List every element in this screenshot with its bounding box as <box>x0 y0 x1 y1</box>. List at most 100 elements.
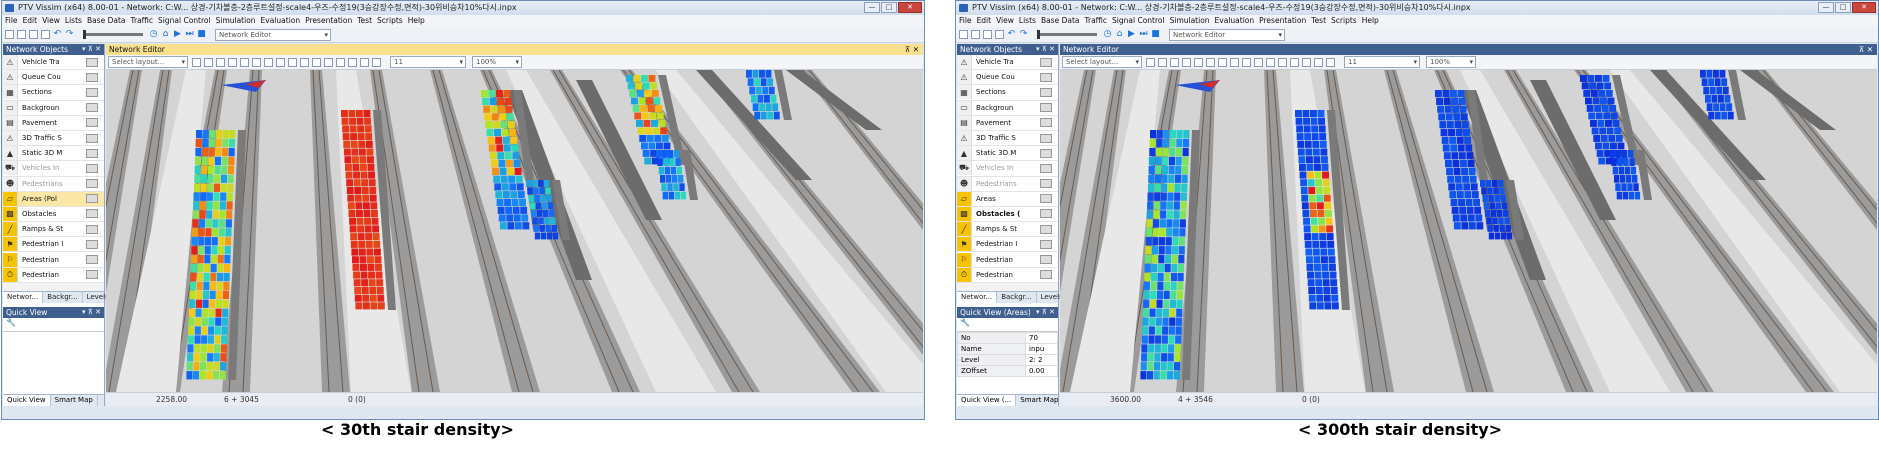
style-swatch[interactable] <box>86 163 98 173</box>
network-object-item[interactable]: ⛟ Vehicles In <box>957 161 1058 177</box>
network-object-item[interactable]: ▤ Pavement <box>3 115 104 131</box>
menu-file[interactable]: File <box>5 15 18 27</box>
network-object-item[interactable]: ▲ Static 3D M <box>3 146 104 162</box>
rotate-icon[interactable] <box>1194 57 1203 67</box>
minimize-button[interactable]: — <box>1818 2 1834 13</box>
zoom-window-icon[interactable] <box>324 57 333 67</box>
tab-smart-map[interactable]: Smart Map <box>1016 395 1064 406</box>
grid-icon[interactable] <box>1158 57 1167 67</box>
3d-scene-canvas[interactable] <box>1060 70 1877 392</box>
style-swatch[interactable] <box>1040 179 1052 189</box>
hand-pan-icon[interactable] <box>276 57 285 67</box>
hand-pan-icon[interactable] <box>1230 57 1239 67</box>
menu-lists[interactable]: Lists <box>65 15 82 27</box>
quick-view-row[interactable]: Name inpu <box>957 343 1058 355</box>
maximize-button[interactable]: □ <box>1835 2 1851 13</box>
tab-backgrounds[interactable]: Backgr... <box>43 292 83 303</box>
step-icon[interactable]: ⏭ <box>185 30 194 39</box>
style-swatch[interactable] <box>1040 194 1052 204</box>
pin-icon[interactable]: ▾ ⊼ ✕ <box>82 44 101 55</box>
network-object-item[interactable]: ⚠ Vehicle Tra <box>957 55 1058 71</box>
save-as-icon[interactable] <box>995 30 1004 39</box>
forward-arrow-icon[interactable] <box>348 57 357 67</box>
attr-value[interactable]: 70 <box>1025 332 1058 344</box>
style-swatch[interactable] <box>1040 133 1052 143</box>
style-swatch[interactable] <box>86 148 98 158</box>
zoom-in-icon[interactable] <box>300 57 309 67</box>
delete-icon[interactable] <box>1218 57 1227 67</box>
close-button[interactable]: ✕ <box>898 2 922 13</box>
quick-view-row[interactable]: ZOffset 0.00 <box>957 365 1058 377</box>
menu-evaluation[interactable]: Evaluation <box>261 15 301 27</box>
stop-icon[interactable]: ■ <box>1151 30 1160 39</box>
step-icon[interactable]: ⏭ <box>1139 30 1148 39</box>
style-swatch[interactable] <box>86 239 98 249</box>
view-mode-combo[interactable]: Network Editor <box>1169 28 1285 41</box>
network-object-item[interactable]: ☻ Pedestrians <box>3 176 104 192</box>
network-object-item[interactable]: ⚑ Pedestrian I <box>957 237 1058 253</box>
style-swatch[interactable] <box>86 87 98 97</box>
grid-icon[interactable] <box>204 57 213 67</box>
menu-signal-control[interactable]: Signal Control <box>1112 15 1165 27</box>
tab-quick-view[interactable]: Quick View (... <box>957 395 1017 406</box>
camera-icon[interactable] <box>1314 57 1323 67</box>
tab-smart-map[interactable]: Smart Map <box>51 395 98 406</box>
network-object-item[interactable]: ⛟ Vehicles In <box>3 161 104 177</box>
network-object-item[interactable]: ▭ Backgroun <box>3 100 104 116</box>
wrench-icon[interactable]: 🔧 <box>3 318 104 332</box>
zoom-select[interactable]: 100% <box>1426 56 1476 68</box>
network-object-item[interactable]: ▦ Sections <box>3 85 104 101</box>
rotate-icon[interactable] <box>240 57 249 67</box>
wrench-icon[interactable] <box>1146 57 1155 67</box>
style-swatch[interactable] <box>86 194 98 204</box>
menu-simulation[interactable]: Simulation <box>1170 15 1210 27</box>
new-file-icon[interactable] <box>5 30 14 39</box>
network-object-item[interactable]: ▦ Sections <box>957 85 1058 101</box>
save-icon[interactable] <box>983 30 992 39</box>
style-swatch[interactable] <box>1040 148 1052 158</box>
tab-network-objects[interactable]: Networ... <box>3 292 44 303</box>
style-swatch[interactable] <box>1040 118 1052 128</box>
delete-icon[interactable] <box>264 57 273 67</box>
network-object-item[interactable]: ▱ Areas (Pol <box>3 191 104 207</box>
open-file-icon[interactable] <box>17 30 26 39</box>
menu-scripts[interactable]: Scripts <box>377 15 403 27</box>
new-file-icon[interactable] <box>959 30 968 39</box>
menu-view[interactable]: View <box>996 15 1014 27</box>
menu-edit[interactable]: Edit <box>977 15 992 27</box>
network-object-item[interactable]: ▤ Pavement <box>957 115 1058 131</box>
style-swatch[interactable] <box>86 72 98 82</box>
close-button[interactable]: ✕ <box>1852 2 1876 13</box>
style-swatch[interactable] <box>86 224 98 234</box>
network-object-item[interactable]: ▩ Obstacles <box>3 206 104 223</box>
wrench-icon[interactable]: 🔧 <box>957 318 1058 332</box>
style-swatch[interactable] <box>1040 255 1052 265</box>
style-swatch[interactable] <box>86 118 98 128</box>
screenshot-icon[interactable] <box>372 57 381 67</box>
attr-value[interactable]: inpu <box>1025 343 1058 355</box>
style-swatch[interactable] <box>1040 103 1052 113</box>
stop-icon[interactable]: ■ <box>197 30 206 39</box>
pin-icon[interactable]: ▾ ⊼ ✕ <box>1036 307 1055 318</box>
menu-test[interactable]: Test <box>1311 15 1326 27</box>
camera-icon[interactable] <box>360 57 369 67</box>
save-icon[interactable] <box>29 30 38 39</box>
back-arrow-icon[interactable] <box>336 57 345 67</box>
clock-icon[interactable]: ◷ <box>1103 30 1112 39</box>
network-object-item[interactable]: ⏱ Pedestrian <box>3 267 104 283</box>
tab-backgrounds[interactable]: Backgr... <box>997 292 1037 303</box>
style-swatch[interactable] <box>86 103 98 113</box>
network-object-item[interactable]: ⏱ Pedestrian <box>957 267 1058 283</box>
style-swatch[interactable] <box>86 57 98 67</box>
network-object-item[interactable]: ⚐ Pedestrian <box>3 252 104 268</box>
network-object-item[interactable]: ▭ Backgroun <box>957 100 1058 116</box>
3d-network-view[interactable] <box>1060 70 1877 392</box>
network-object-item[interactable]: ⚠ Queue Cou <box>957 70 1058 86</box>
save-as-icon[interactable] <box>41 30 50 39</box>
simulation-speed-slider[interactable] <box>83 30 143 39</box>
attr-value[interactable]: 2: 2 <box>1025 354 1058 366</box>
level-select[interactable]: 11 <box>1344 56 1420 68</box>
style-swatch[interactable] <box>1040 72 1052 82</box>
pin-icon[interactable]: ⊼ ✕ <box>905 44 919 55</box>
network-object-item[interactable]: ╱ Ramps & St <box>957 222 1058 238</box>
